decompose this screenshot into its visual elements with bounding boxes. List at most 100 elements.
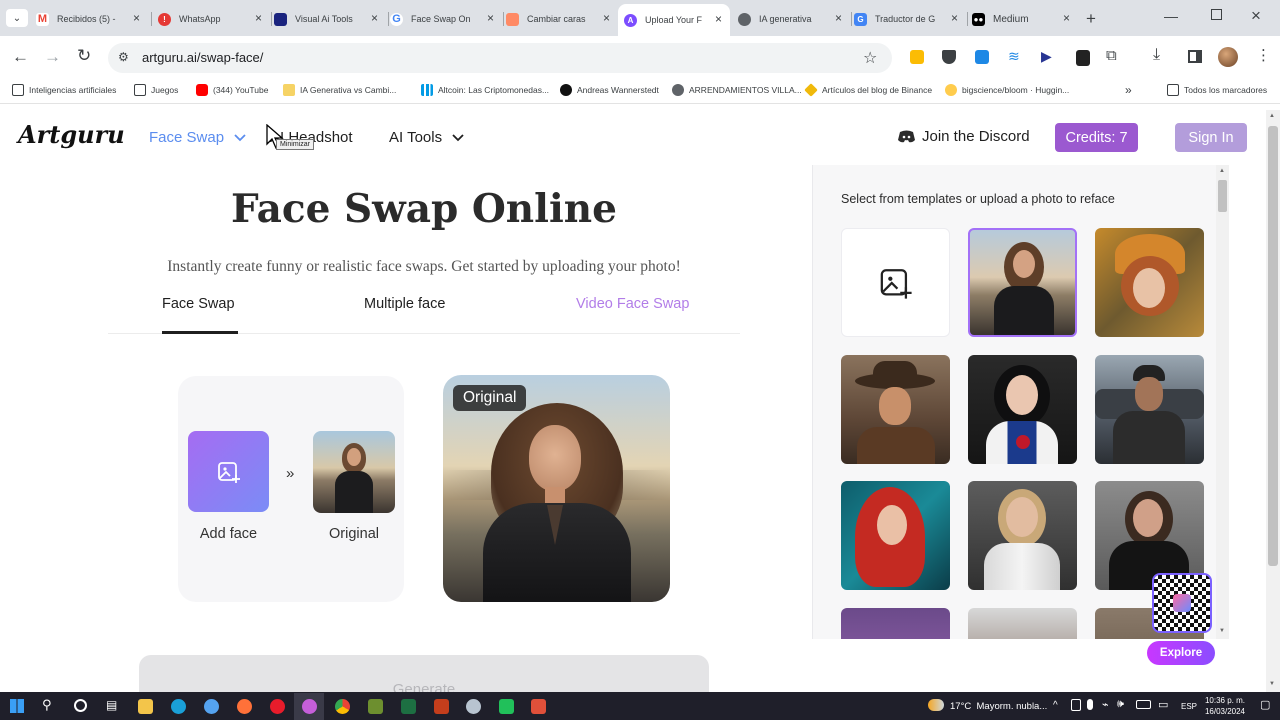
explore-button[interactable]: Explore (1147, 641, 1215, 665)
minimize-window-button[interactable]: — (1164, 8, 1178, 24)
bookmark-andreas[interactable]: Andreas Wannerstedt (560, 84, 659, 96)
close-icon[interactable]: × (603, 11, 610, 25)
tab-medium[interactable]: ●● Medium × (972, 6, 1078, 32)
tab-cambiar-caras[interactable]: Cambiar caras × (506, 6, 618, 32)
bookmark-juegos[interactable]: Juegos (134, 84, 178, 96)
artguru-logo[interactable]: Artguru (18, 120, 125, 149)
task-view-icon[interactable]: ▤ (106, 698, 117, 712)
upload-photo-tile[interactable] (841, 228, 950, 337)
tab-search-button[interactable]: ⌄ (6, 9, 28, 27)
extension-icon[interactable] (975, 50, 989, 64)
more-bookmarks-icon[interactable]: » (1125, 83, 1132, 97)
app-icon[interactable] (531, 699, 546, 714)
edge-icon[interactable] (171, 699, 186, 714)
audio-extension-icon[interactable]: ≋ (1008, 48, 1020, 65)
site-info-icon[interactable]: ⚙ (118, 50, 129, 64)
generate-button[interactable]: Generate (139, 655, 709, 692)
search-icon[interactable]: ⚲ (42, 697, 52, 713)
close-icon[interactable]: × (835, 11, 842, 25)
tab-traductor[interactable]: G Traductor de G × (854, 6, 966, 32)
template-tile-woman[interactable] (968, 608, 1077, 639)
profile-avatar[interactable] (1218, 47, 1238, 67)
star-icon[interactable]: ☆ (863, 48, 877, 68)
tab-gmail[interactable]: M Recibidos (5) - × (36, 6, 148, 32)
reload-icon[interactable]: ↻ (77, 46, 91, 66)
nav-face-swap[interactable]: Face Swap (149, 129, 246, 146)
globe-app-icon[interactable] (204, 699, 219, 714)
address-bar[interactable]: ⚙ artguru.ai/swap-face/ ☆ (108, 43, 892, 73)
extensions-puzzle-icon[interactable]: ⧉ (1106, 47, 1117, 64)
bookmark-ia-generativa[interactable]: IA Generativa vs Cambi... (283, 84, 396, 96)
scroll-down-arrow-icon[interactable]: ▼ (1269, 681, 1275, 687)
chevron-up-icon[interactable]: ^ (1053, 700, 1058, 711)
close-icon[interactable]: × (715, 12, 722, 26)
play-extension-icon[interactable]: ▶ (1041, 48, 1052, 65)
tab-face-swap-online[interactable]: G Face Swap Onl × (390, 6, 502, 32)
extension-icon[interactable] (910, 50, 924, 64)
template-tile-selected[interactable] (968, 228, 1077, 337)
pocket-icon[interactable] (942, 50, 956, 64)
sidepanel-icon[interactable] (1188, 50, 1202, 63)
scroll-up-arrow-icon[interactable]: ▲ (1269, 113, 1275, 119)
notifications-icon[interactable]: ▢ (1260, 698, 1270, 711)
download-icon[interactable]: ⤓ (1153, 46, 1160, 64)
close-icon[interactable]: × (255, 11, 262, 25)
bookmark-youtube[interactable]: (344) YouTube (196, 84, 268, 96)
close-icon[interactable]: × (951, 11, 958, 25)
tab-whatsapp[interactable]: ! WhatsApp × (158, 6, 270, 32)
credits-button[interactable]: Credits: 7 (1055, 123, 1138, 152)
bookmark-bigscience[interactable]: bigscience/bloom · Huggin... (945, 84, 1069, 96)
bookmark-inteligencias[interactable]: Inteligencias artificiales (12, 84, 116, 96)
close-icon[interactable]: × (487, 11, 494, 25)
bookmark-arrendamientos[interactable]: ARRENDAMIENTOS VILLA... (672, 84, 802, 96)
recorder-extension-icon[interactable] (1076, 50, 1090, 66)
network-icon[interactable]: ⌁ (1102, 698, 1109, 711)
template-tile-snow-white[interactable] (968, 355, 1077, 464)
template-tile-mermaid[interactable] (841, 481, 950, 590)
maximize-window-button[interactable] (1211, 9, 1222, 20)
qr-code[interactable] (1152, 573, 1212, 633)
bookmark-altcoin[interactable]: Altcoin: Las Criptomonedas... (421, 84, 549, 96)
windows-start-icon[interactable] (10, 699, 24, 713)
cortana-icon[interactable] (74, 699, 87, 712)
template-tile-cowboy[interactable] (841, 355, 950, 464)
keyboard-icon[interactable]: ▭ (1158, 698, 1168, 711)
weather-icon[interactable] (928, 699, 944, 711)
bookmark-binance[interactable]: Artículos del blog de Binance (804, 83, 932, 97)
tab-ia-generativa[interactable]: IA generativa × (738, 6, 850, 32)
url-text[interactable]: artguru.ai/swap-face/ (142, 50, 263, 65)
app-icon[interactable] (466, 699, 481, 714)
excel-icon[interactable] (401, 699, 416, 714)
tab-multiple-face[interactable]: Multiple face (364, 296, 445, 312)
sign-in-button[interactable]: Sign In (1175, 123, 1247, 152)
original-thumbnail[interactable] (313, 431, 395, 513)
tab-video-face-swap[interactable]: Video Face Swap (576, 296, 689, 312)
chrome-icon[interactable] (335, 699, 350, 714)
more-menu-icon[interactable]: ⋮ (1256, 46, 1271, 64)
device-icon[interactable] (1071, 699, 1081, 711)
opera-icon[interactable] (270, 699, 285, 714)
firefox-icon[interactable] (237, 699, 252, 714)
powerpoint-icon[interactable] (434, 699, 449, 714)
close-icon[interactable]: × (1063, 11, 1070, 25)
join-discord-link[interactable]: Join the Discord (898, 128, 1030, 145)
template-tile-street[interactable] (1095, 355, 1204, 464)
nav-ai-tools[interactable]: AI Tools (389, 129, 464, 146)
close-icon[interactable]: × (133, 11, 140, 25)
weather-text[interactable]: 17°C Mayorm. nubla... (950, 701, 1047, 712)
add-face-button[interactable] (188, 431, 269, 512)
tab-visual-ai-tools[interactable]: Visual Ai Tools × (274, 6, 386, 32)
forward-arrow-icon[interactable]: → (44, 47, 61, 67)
template-tile-art[interactable] (1095, 228, 1204, 337)
panel-scrollbar-thumb[interactable] (1218, 180, 1227, 212)
template-tile-astronaut[interactable] (968, 481, 1077, 590)
all-bookmarks[interactable]: Todos los marcadores (1167, 84, 1267, 96)
template-tile-fantasy[interactable] (841, 608, 950, 639)
tab-face-swap[interactable]: Face Swap (162, 296, 235, 312)
volume-icon[interactable]: 🕪 (1117, 698, 1124, 711)
language-indicator[interactable]: ESP (1181, 702, 1197, 711)
tab-upload-your-face-active[interactable]: A Upload Your F × (618, 4, 730, 36)
screen-recorder-icon[interactable] (302, 699, 317, 714)
back-arrow-icon[interactable]: ← (12, 47, 29, 67)
close-window-button[interactable]: × (1251, 6, 1261, 26)
